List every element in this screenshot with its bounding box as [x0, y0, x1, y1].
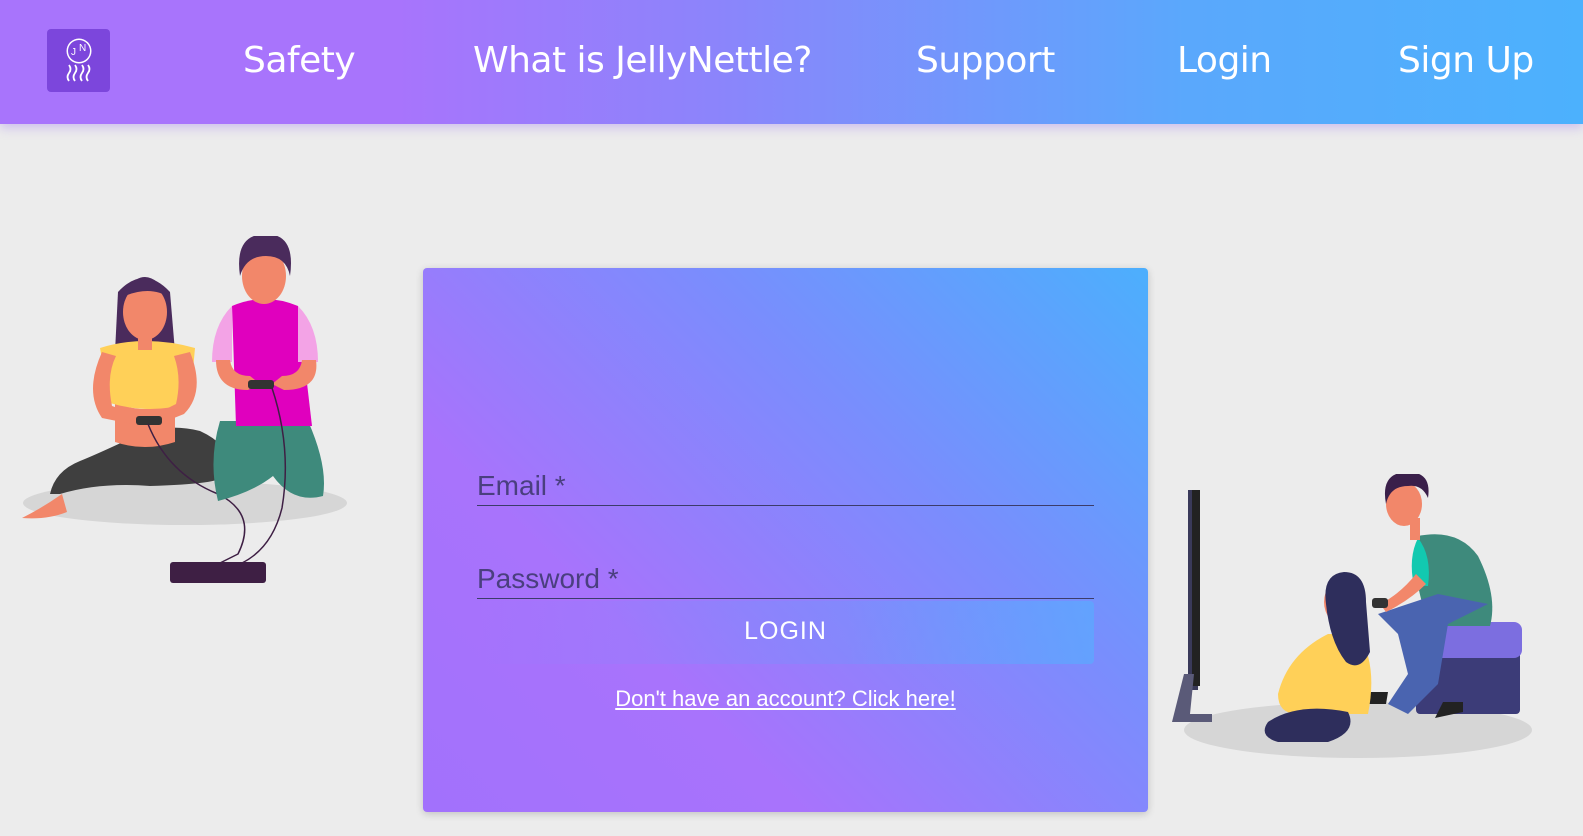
email-field-wrapper [477, 458, 1094, 506]
login-card: LOGIN Don't have an account? Click here! [423, 268, 1148, 812]
password-field-wrapper [477, 551, 1094, 599]
nav-link-login[interactable]: Login [1177, 40, 1272, 81]
top-navbar: J N Safety What is JellyNettle? Support … [0, 0, 1583, 124]
nav-link-what-is-jellynettle[interactable]: What is JellyNettle? [473, 40, 812, 81]
nav-link-safety[interactable]: Safety [243, 40, 356, 81]
login-button[interactable]: LOGIN [477, 601, 1094, 664]
signup-link[interactable]: Don't have an account? Click here! [423, 686, 1148, 712]
nav-link-support[interactable]: Support [916, 40, 1055, 81]
jellyfish-logo-icon: J N [66, 38, 91, 82]
nav-link-sign-up[interactable]: Sign Up [1398, 40, 1534, 81]
svg-text:N: N [79, 43, 86, 54]
password-field[interactable] [477, 551, 1094, 598]
jellynettle-logo[interactable]: J N [47, 29, 110, 92]
email-field[interactable] [477, 458, 1094, 505]
svg-text:J: J [71, 47, 76, 58]
two-people-gaming-icon [22, 236, 347, 583]
couple-gaming-at-tv-icon [1172, 474, 1532, 758]
